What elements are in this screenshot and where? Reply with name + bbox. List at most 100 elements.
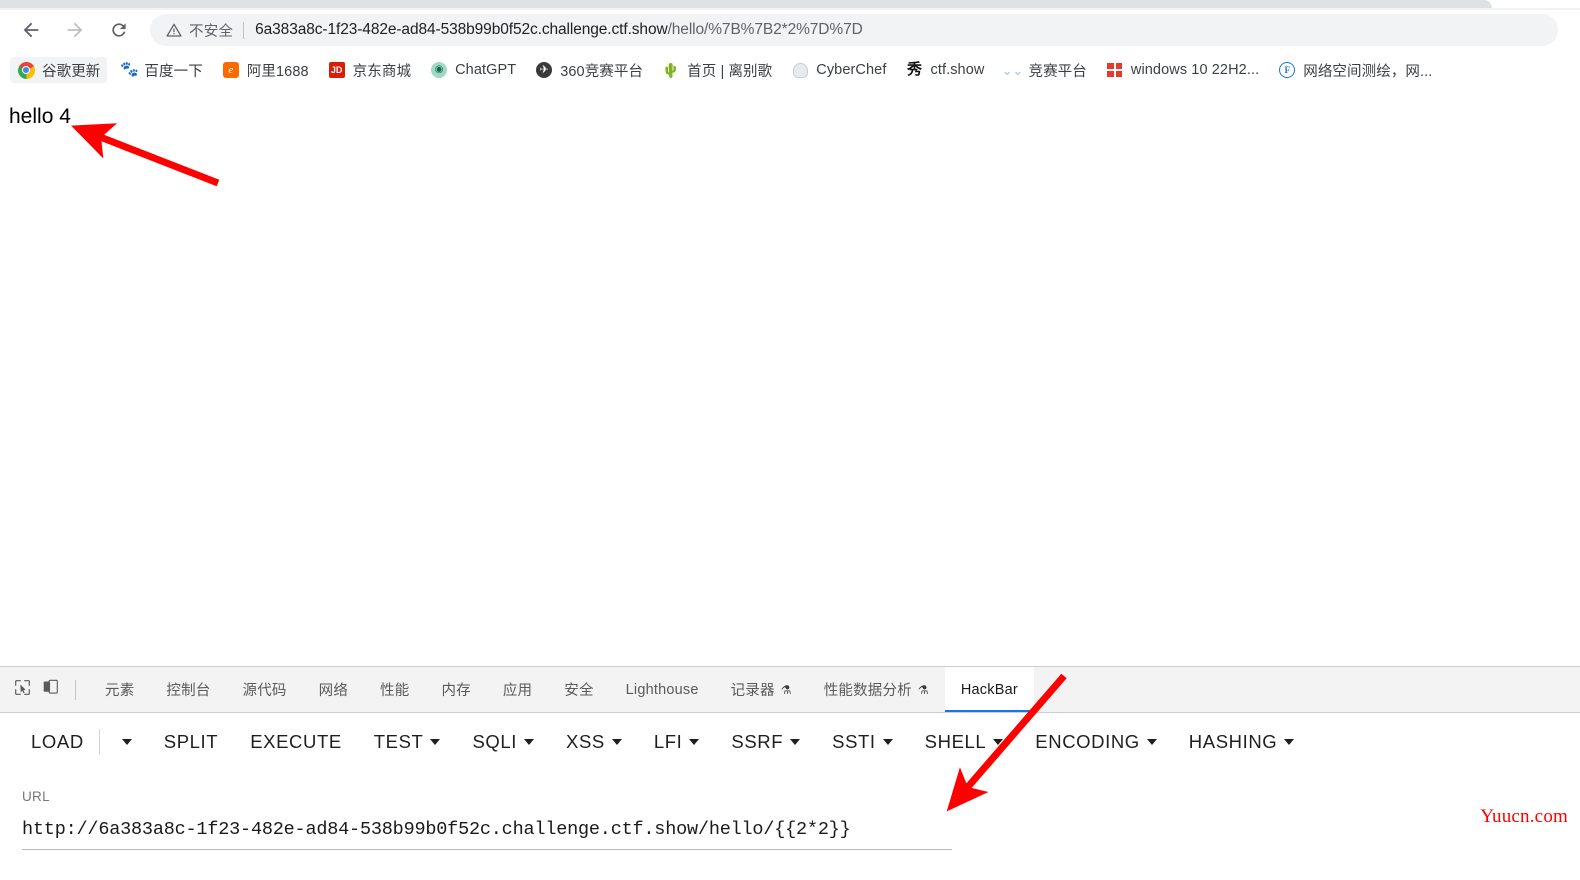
hackbar-panel: LOAD SPLIT EXECUTE TEST SQLI XSS LFI SSR… xyxy=(0,713,1580,880)
jd-icon: JD xyxy=(328,61,346,79)
chevron-down-icon xyxy=(430,739,441,745)
tab-label: 应用 xyxy=(502,683,533,699)
tab-memory[interactable]: 内存 xyxy=(425,667,486,712)
hackbar-ssti-menu[interactable]: SSTI xyxy=(823,725,902,759)
hackbar-load-button[interactable]: LOAD xyxy=(22,725,93,759)
hackbar-lfi-menu[interactable]: LFI xyxy=(645,725,709,759)
tab-label: HackBar xyxy=(960,681,1018,698)
omnibox-divider xyxy=(243,21,245,39)
hackbar-url-input[interactable] xyxy=(22,819,952,850)
windows-icon xyxy=(1106,61,1124,79)
tab-elements[interactable]: 元素 xyxy=(89,667,150,712)
button-label: EXECUTE xyxy=(250,731,342,752)
hackbar-ssrf-menu[interactable]: SSRF xyxy=(722,725,809,759)
devtools-panel: 元素 控制台 源代码 网络 性能 内存 应用 安全 Lighthouse 记录器… xyxy=(0,666,1580,880)
button-label: SSTI xyxy=(832,731,876,752)
button-label: SSRF xyxy=(731,731,784,752)
tab-label: 源代码 xyxy=(242,683,287,699)
chatgpt-icon: ◉ xyxy=(430,61,448,79)
chevron-down-icon xyxy=(689,739,700,745)
chevron-down-icon xyxy=(790,739,801,745)
tab-application[interactable]: 应用 xyxy=(487,667,548,712)
button-label: LOAD xyxy=(31,731,84,752)
baidu-icon: 🐾 xyxy=(120,61,140,78)
chevron-down-icon xyxy=(1146,739,1157,745)
chevron-down-icon xyxy=(121,739,132,745)
url-text: 6a383a8c-1f23-482e-ad84-538b99b0f52c.cha… xyxy=(255,21,863,39)
hackbar-load-dropdown-button[interactable] xyxy=(106,733,141,751)
tab-console[interactable]: 控制台 xyxy=(150,667,226,712)
bookmark-item-ctfshow[interactable]: 秀 ctf.show xyxy=(898,57,991,83)
bookmark-item-alibaba[interactable]: e 阿里1688 xyxy=(215,57,316,83)
bookmark-label: 阿里1688 xyxy=(246,63,309,80)
hackbar-test-menu[interactable]: TEST xyxy=(365,725,450,759)
button-label: LFI xyxy=(653,731,683,752)
bookmark-item-fofa[interactable]: F 网络空间测绘，网... xyxy=(1271,57,1439,83)
bookmark-item-baidu[interactable]: 🐾 百度一下 xyxy=(112,57,209,83)
tab-performance-insights[interactable]: 性能数据分析 ⚗ xyxy=(808,667,945,712)
bookmark-label: 360竞赛平台 xyxy=(560,63,644,80)
tab-label: 元素 xyxy=(105,683,135,699)
bookmark-label: ctf.show xyxy=(930,62,985,78)
page-output-text: hello 4 xyxy=(9,105,71,128)
bookmarks-bar: 谷歌更新 🐾 百度一下 e 阿里1688 JD 京东商城 ◉ ChatGPT ✈… xyxy=(0,53,1580,87)
plant-icon: 🌵 xyxy=(662,62,680,78)
tab-label: 性能数据分析 xyxy=(823,683,912,699)
bookmark-label: ChatGPT xyxy=(455,62,517,78)
button-label: SHELL xyxy=(924,731,987,752)
alibaba-icon: e xyxy=(222,61,240,79)
browser-window: 不安全 6a383a8c-1f23-482e-ad84-538b99b0f52c… xyxy=(0,0,1580,880)
url-path: /hello/%7B%7B2*2%7D%7D xyxy=(667,21,863,38)
bookmark-label: CyberChef xyxy=(816,62,887,78)
address-bar[interactable]: 不安全 6a383a8c-1f23-482e-ad84-538b99b0f52c… xyxy=(150,14,1558,46)
hackbar-xss-menu[interactable]: XSS xyxy=(557,725,631,759)
button-label: HASHING xyxy=(1188,731,1278,752)
bookmark-item-google-update[interactable]: 谷歌更新 xyxy=(10,57,108,83)
bookmark-item-libiege[interactable]: 🌵 首页 | 离别歌 xyxy=(655,57,779,83)
hackbar-encoding-menu[interactable]: ENCODING xyxy=(1026,725,1166,759)
bookmark-label: 首页 | 离别歌 xyxy=(687,63,773,80)
bookmark-label: windows 10 22H2... xyxy=(1130,62,1260,78)
bookmark-item-360[interactable]: ✈ 360竞赛平台 xyxy=(528,57,650,83)
360-icon: ✈ xyxy=(535,61,553,79)
tab-hackbar[interactable]: HackBar xyxy=(944,667,1034,712)
hackbar-shell-menu[interactable]: SHELL xyxy=(916,725,1013,759)
hackbar-sqli-menu[interactable]: SQLI xyxy=(463,725,543,759)
tab-sources[interactable]: 源代码 xyxy=(227,667,303,712)
bookmark-item-jd[interactable]: JD 京东商城 xyxy=(321,57,418,83)
bookmark-item-windows10[interactable]: windows 10 22H2... xyxy=(1099,57,1266,83)
tab-network[interactable]: 网络 xyxy=(303,667,364,712)
tab-label: 网络 xyxy=(318,683,349,699)
button-label: TEST xyxy=(373,731,424,752)
hackbar-hashing-menu[interactable]: HASHING xyxy=(1180,725,1304,759)
bookmark-label: 京东商城 xyxy=(352,63,412,80)
bookmark-label: 百度一下 xyxy=(144,63,203,80)
fofa-icon: F xyxy=(1278,61,1296,79)
button-label: ENCODING xyxy=(1035,731,1140,752)
back-button[interactable] xyxy=(14,13,48,47)
chevron-down-icon xyxy=(524,739,535,745)
warning-triangle-icon xyxy=(166,22,182,38)
tab-security[interactable]: 安全 xyxy=(548,667,609,712)
bookmark-label: 竞赛平台 xyxy=(1028,63,1087,80)
device-toolbar-button[interactable] xyxy=(36,676,64,704)
tab-lighthouse[interactable]: Lighthouse xyxy=(610,667,715,712)
forward-button[interactable] xyxy=(58,13,92,47)
tab-label: 性能 xyxy=(380,683,410,699)
inspect-element-button[interactable] xyxy=(8,676,36,704)
tab-recorder[interactable]: 记录器 ⚗ xyxy=(715,667,808,712)
reload-button[interactable] xyxy=(102,13,136,47)
reload-icon xyxy=(109,20,129,40)
bookmark-item-contest-platform[interactable]: ⌄⌄ 竞赛平台 xyxy=(996,57,1093,83)
tab-performance[interactable]: 性能 xyxy=(364,667,425,712)
hackbar-execute-button[interactable]: EXECUTE xyxy=(241,725,351,759)
bookmark-item-chatgpt[interactable]: ◉ ChatGPT xyxy=(423,57,523,83)
bookmark-item-cyberchef[interactable]: CyberChef xyxy=(784,57,893,83)
security-status-label: 不安全 xyxy=(189,23,234,40)
tab-label: Lighthouse xyxy=(625,681,699,698)
hackbar-split-button[interactable]: SPLIT xyxy=(155,725,227,759)
bookmark-label: 谷歌更新 xyxy=(42,63,101,80)
bird-icon: ⌄⌄ xyxy=(1001,62,1024,78)
page-viewport: hello 4 xyxy=(0,88,1580,666)
watermark-text: Yuucn.com xyxy=(1480,806,1568,827)
